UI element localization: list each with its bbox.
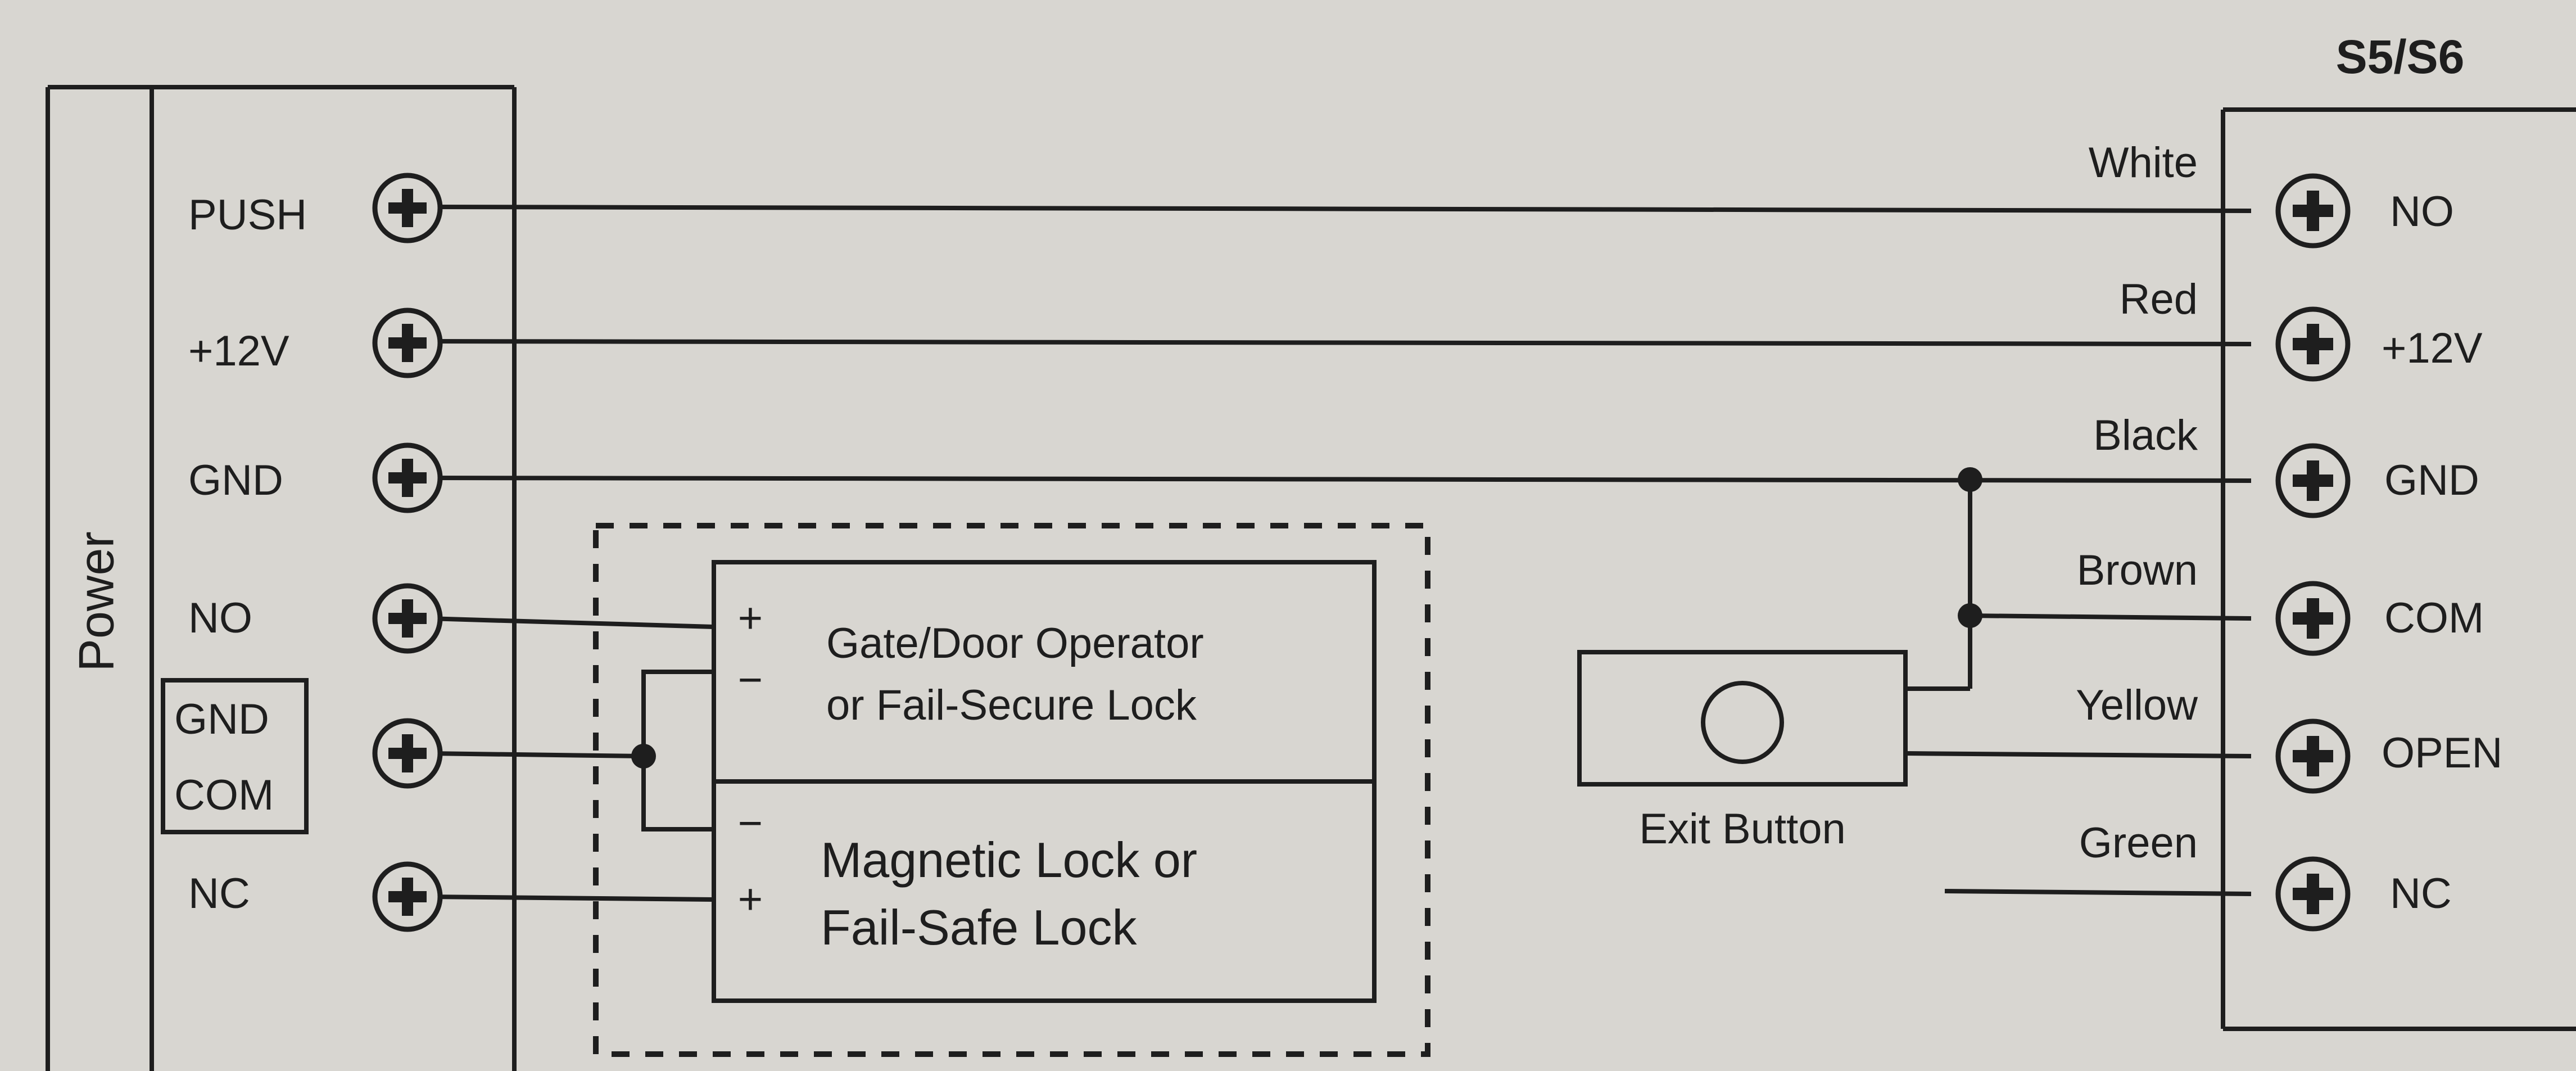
controller-label-no: NO xyxy=(2390,188,2454,236)
lock-fail-secure-plus: + xyxy=(738,594,763,642)
power-terminal-no xyxy=(372,583,443,654)
wire-color-yellow: Yellow xyxy=(2076,681,2198,729)
lock-fail-safe-line1: Magnetic Lock or xyxy=(821,832,1197,888)
power-terminal-12v xyxy=(372,308,443,378)
power-label-push: PUSH xyxy=(188,191,307,239)
wiring-diagram: Power PUSH +12V GND NO GND COM NC S5/S6 … xyxy=(46,30,2576,1071)
lock-fail-secure-minus: − xyxy=(738,656,763,704)
terminals xyxy=(372,173,2351,932)
power-title: Power xyxy=(68,531,124,671)
controller-terminal-nc xyxy=(2275,856,2351,932)
power-block: Power PUSH +12V GND NO GND COM NC xyxy=(46,85,517,1071)
controller-label-open: OPEN xyxy=(2382,729,2502,777)
junction-com xyxy=(1958,603,1982,628)
controller-terminal-gnd xyxy=(2275,443,2351,518)
controller-label-12v: +12V xyxy=(2382,324,2483,372)
power-label-shared-gnd: GND xyxy=(174,695,269,743)
controller-label-gnd: GND xyxy=(2384,457,2479,504)
power-terminal-gnd-com xyxy=(372,718,443,789)
wire-color-red: Red xyxy=(2120,275,2198,323)
exit-button-circle xyxy=(1701,681,1784,764)
wire-power-com xyxy=(427,751,644,758)
wire-push-no xyxy=(427,205,2252,213)
wire-color-green: Green xyxy=(2079,819,2198,867)
controller-terminal-com xyxy=(2275,581,2351,656)
wire-color-black: Black xyxy=(2093,412,2198,459)
wire-color-brown: Brown xyxy=(2077,546,2198,594)
wire-12v xyxy=(427,339,2252,346)
lock-fail-safe: − + Magnetic Lock or Fail-Safe Lock xyxy=(712,779,1377,1003)
exit-button-label: Exit Button xyxy=(1639,805,1846,853)
wire-exit-button-open xyxy=(1905,751,2252,758)
lock-fail-safe-plus: + xyxy=(738,875,763,923)
power-label-12v: +12V xyxy=(188,327,289,375)
power-label-gnd: GND xyxy=(188,457,283,504)
controller-title: S5/S6 xyxy=(2336,30,2465,83)
controller-terminal-no xyxy=(2275,173,2351,248)
junction-gnd xyxy=(1958,467,1982,492)
wire-green xyxy=(1944,889,2252,896)
wires xyxy=(427,205,2252,902)
power-terminal-push xyxy=(372,173,443,243)
lock-fail-safe-line2: Fail-Safe Lock xyxy=(821,900,1137,955)
wire-power-nc xyxy=(427,894,714,902)
wire-com xyxy=(1967,613,2252,621)
wire-color-white: White xyxy=(2089,139,2198,187)
wire-power-no xyxy=(427,616,714,629)
power-label-shared-com: COM xyxy=(174,771,274,819)
controller-terminal-open xyxy=(2275,718,2351,794)
lock-options-enclosure xyxy=(593,523,1430,1057)
junction-power-com xyxy=(631,744,656,769)
lock-fail-secure-line2: or Fail-Secure Lock xyxy=(826,681,1197,729)
controller-label-com: COM xyxy=(2384,594,2484,642)
lock-fail-secure-line1: Gate/Door Operator xyxy=(826,620,1204,667)
power-terminal-nc xyxy=(372,861,443,932)
power-label-nc: NC xyxy=(188,870,250,918)
lock-fail-secure: + − Gate/Door Operator or Fail-Secure Lo… xyxy=(712,560,1377,784)
exit-button: Exit Button xyxy=(1577,650,1908,853)
power-terminal-gnd xyxy=(372,442,443,513)
power-label-no: NO xyxy=(188,594,252,642)
lock-fail-safe-minus: − xyxy=(738,799,763,847)
controller-label-nc: NC xyxy=(2390,870,2452,918)
controller-terminal-12v xyxy=(2275,306,2351,382)
